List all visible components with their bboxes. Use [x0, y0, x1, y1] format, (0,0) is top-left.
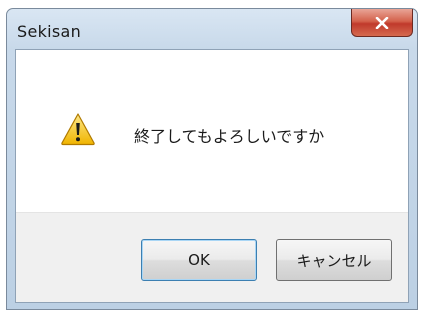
window-title: Sekisan: [17, 22, 82, 41]
ok-button[interactable]: OK: [141, 239, 257, 281]
title-bar[interactable]: Sekisan: [7, 9, 417, 49]
close-icon: [375, 16, 389, 29]
close-button[interactable]: [351, 9, 413, 37]
message-text: 終了してもよろしいですか: [134, 127, 325, 146]
warning-icon: [61, 113, 95, 146]
cancel-button[interactable]: キャンセル: [276, 239, 392, 281]
dialog-window: Sekisan 終了してもよろしいですか OK キャンセル: [6, 8, 418, 310]
message-area: 終了してもよろしいですか: [16, 50, 408, 212]
dialog-content: 終了してもよろしいですか OK キャンセル: [15, 49, 409, 303]
button-bar: OK キャンセル: [16, 212, 408, 302]
